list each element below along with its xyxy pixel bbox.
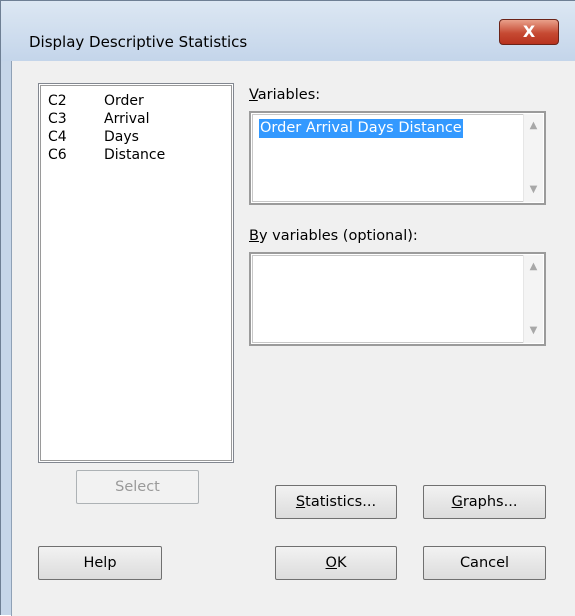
title-bar[interactable]: Display Descriptive Statistics X <box>1 1 575 61</box>
column-id: C2 <box>48 93 67 109</box>
column-id: C6 <box>48 147 67 163</box>
cancel-button[interactable]: Cancel <box>423 546 546 580</box>
scroll-up-icon[interactable]: ▲ <box>524 117 543 135</box>
scroll-up-icon[interactable]: ▲ <box>524 258 543 276</box>
ok-button[interactable]: OK <box>275 546 397 580</box>
scroll-down-icon[interactable]: ▼ <box>524 322 543 340</box>
variables-field[interactable]: Order Arrival Days Distance ▲ ▼ <box>249 111 546 205</box>
column-id: C3 <box>48 111 67 127</box>
variables-value: Order Arrival Days Distance <box>259 119 463 138</box>
column-id: C4 <box>48 129 67 145</box>
close-icon: X <box>522 22 536 41</box>
by-variables-field[interactable]: ▲ ▼ <box>249 252 546 346</box>
columns-listbox[interactable]: C2 Order C3 Arrival C4 Days C6 Distance <box>38 83 234 463</box>
column-name: Order <box>104 93 144 109</box>
variables-scrollbar[interactable]: ▲ ▼ <box>523 114 543 202</box>
column-name: Days <box>104 129 139 145</box>
by-variables-scrollbar[interactable]: ▲ ▼ <box>523 255 543 343</box>
by-variables-label: By variables (optional): <box>249 228 418 244</box>
column-name: Distance <box>104 147 166 163</box>
help-button[interactable]: Help <box>38 546 162 580</box>
scroll-down-icon[interactable]: ▼ <box>524 181 543 199</box>
graphs-button[interactable]: Graphs... <box>423 485 546 519</box>
column-name: Arrival <box>104 111 150 127</box>
dialog-window: Display Descriptive Statistics X C2 Orde… <box>0 0 575 616</box>
close-button[interactable]: X <box>499 19 559 45</box>
statistics-button[interactable]: Statistics... <box>275 485 397 519</box>
window-title: Display Descriptive Statistics <box>29 33 248 51</box>
select-button[interactable]: Select <box>76 470 199 504</box>
variables-label: Variables: <box>249 87 321 103</box>
